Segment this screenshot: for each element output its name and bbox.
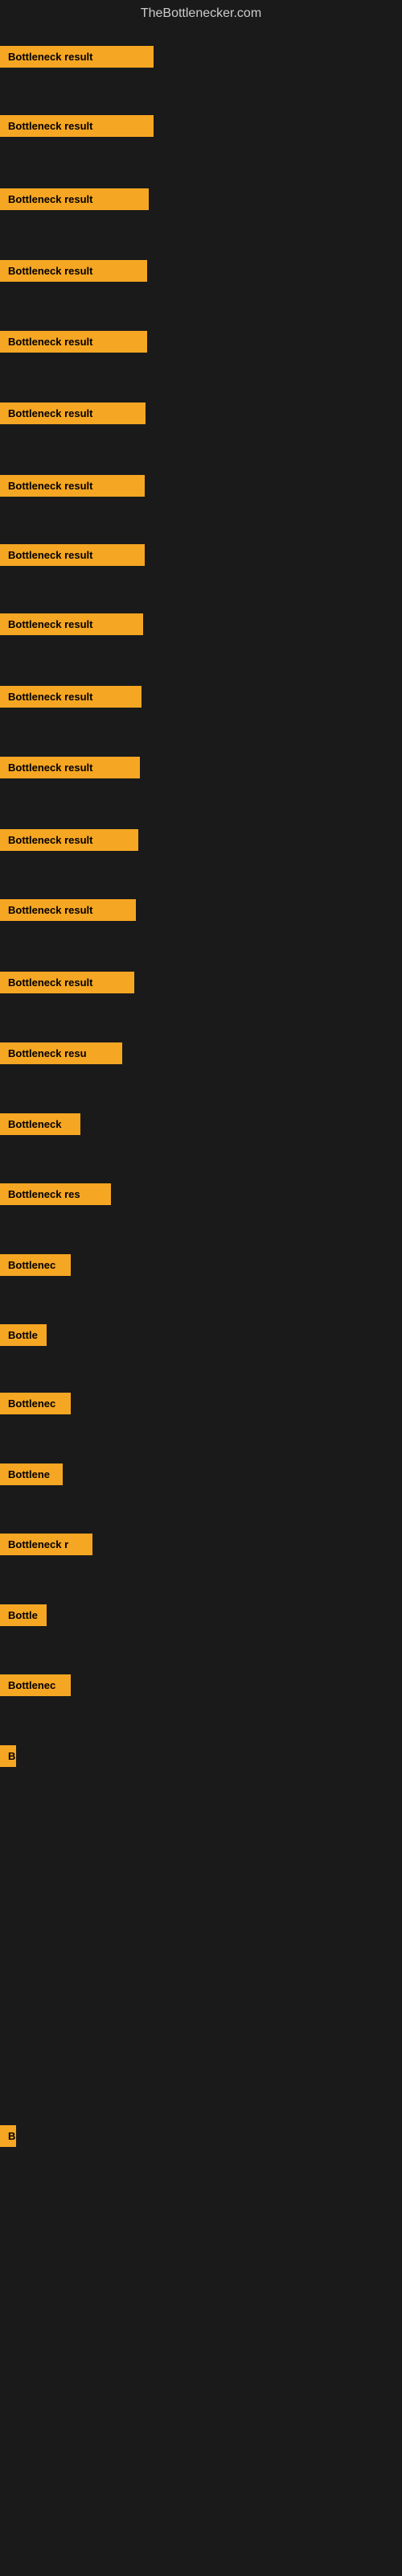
- bottleneck-result-item[interactable]: Bottle: [0, 1604, 47, 1626]
- bottleneck-result-item[interactable]: B: [0, 2125, 16, 2147]
- bottleneck-result-item[interactable]: Bottlenec: [0, 1254, 71, 1276]
- bottleneck-result-item[interactable]: Bottleneck: [0, 1113, 80, 1135]
- bottleneck-result-item[interactable]: Bottleneck r: [0, 1534, 92, 1555]
- bottleneck-result-item[interactable]: B: [0, 1745, 16, 1767]
- bottleneck-result-item[interactable]: Bottleneck result: [0, 188, 149, 210]
- bottleneck-result-item[interactable]: Bottleneck result: [0, 613, 143, 635]
- bottleneck-result-item[interactable]: Bottle: [0, 1324, 47, 1346]
- bottleneck-result-item[interactable]: Bottleneck result: [0, 899, 136, 921]
- bottleneck-result-item[interactable]: Bottleneck res: [0, 1183, 111, 1205]
- bottleneck-result-item[interactable]: Bottleneck result: [0, 829, 138, 851]
- bottleneck-result-item[interactable]: Bottleneck result: [0, 475, 145, 497]
- bottleneck-result-item[interactable]: Bottleneck resu: [0, 1042, 122, 1064]
- bottleneck-result-item[interactable]: Bottlene: [0, 1463, 63, 1485]
- bottleneck-result-item[interactable]: Bottleneck result: [0, 115, 154, 137]
- site-title: TheBottlenecker.com: [0, 0, 402, 27]
- bottleneck-result-item[interactable]: Bottleneck result: [0, 331, 147, 353]
- bottleneck-result-item[interactable]: Bottleneck result: [0, 544, 145, 566]
- bottleneck-result-item[interactable]: Bottleneck result: [0, 686, 142, 708]
- bottleneck-result-item[interactable]: Bottleneck result: [0, 402, 146, 424]
- bottleneck-result-item[interactable]: Bottleneck result: [0, 972, 134, 993]
- bottleneck-result-item[interactable]: Bottlenec: [0, 1393, 71, 1414]
- bottleneck-result-item[interactable]: Bottlenec: [0, 1674, 71, 1696]
- bottleneck-result-item[interactable]: Bottleneck result: [0, 260, 147, 282]
- bottleneck-result-item[interactable]: Bottleneck result: [0, 46, 154, 68]
- bottleneck-result-item[interactable]: Bottleneck result: [0, 757, 140, 778]
